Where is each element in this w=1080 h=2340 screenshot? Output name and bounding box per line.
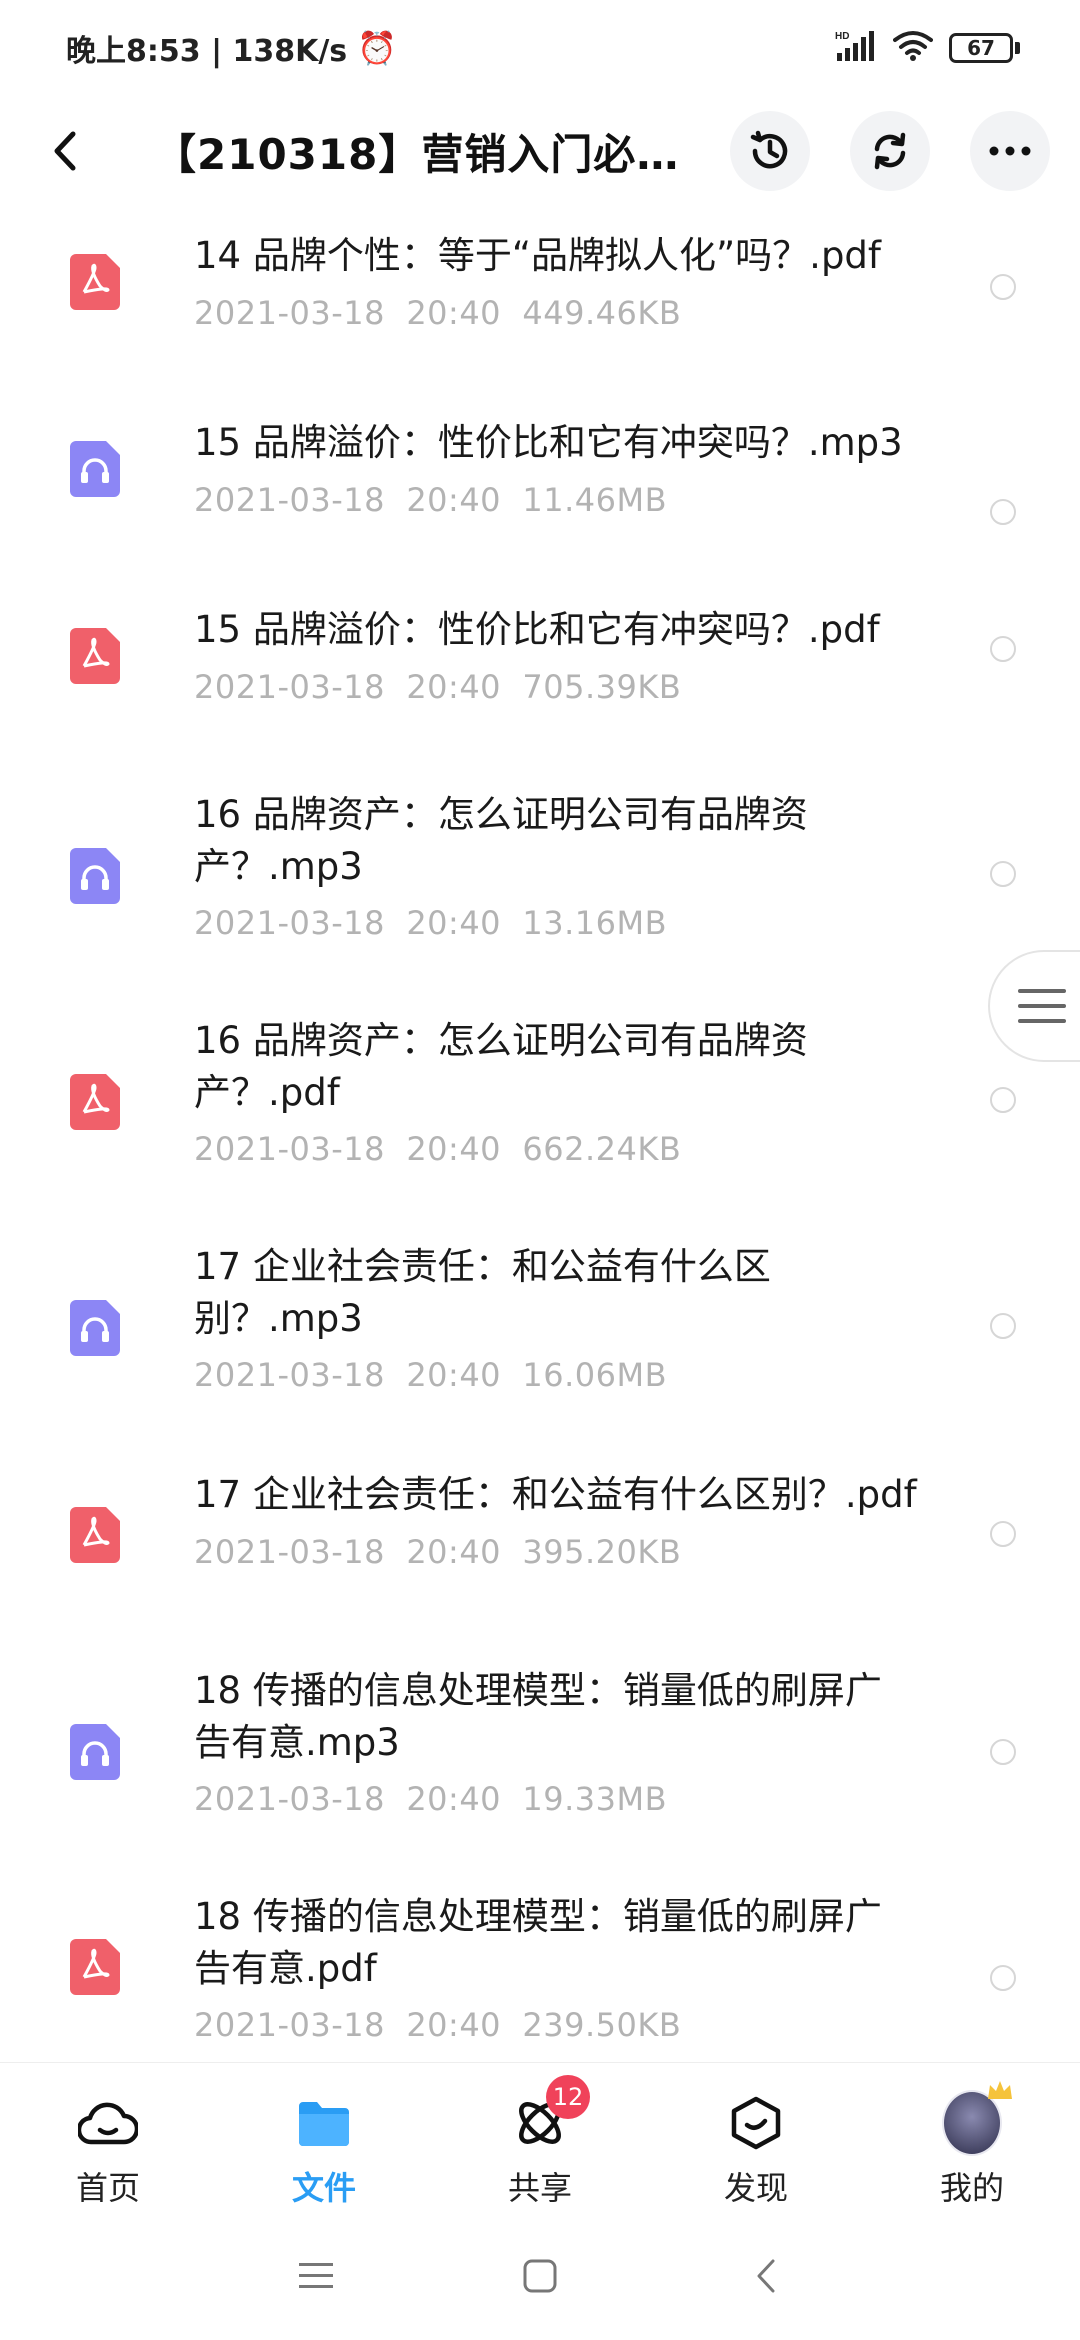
file-item[interactable]: 18 传播的信息处理模型：销量低的刷屏广告有意.mp3 2021-03-18 2… (0, 1621, 1080, 1847)
nav-files[interactable]: 文件 (244, 2063, 404, 2213)
wifi-icon (893, 30, 933, 66)
audio-file-icon (70, 441, 120, 497)
nav-label: 发现 (723, 2169, 788, 2207)
select-radio[interactable] (990, 274, 1016, 300)
file-item[interactable]: 16 品牌资产：怎么证明公司有品牌资产？.mp3 2021-03-18 20:4… (0, 767, 1080, 993)
nav-label: 共享 (507, 2169, 572, 2207)
file-browser-screen: 晚上8:53 | 138K/s ⏰ HD 67 【210318】营销入门必学..… (0, 0, 1080, 2340)
time-and-speed: 晚上8:53 | 138K/s (66, 34, 348, 69)
system-menu-button[interactable] (286, 2252, 346, 2300)
file-meta: 2021-03-18 20:40 449.46KB (194, 294, 682, 332)
share-atom-icon: 12 (510, 2075, 590, 2153)
alarm-icon: ⏰ (357, 29, 397, 67)
file-meta: 2021-03-18 20:40 705.39KB (194, 668, 682, 706)
file-meta: 2021-03-18 20:40 11.46MB (194, 481, 668, 519)
select-radio[interactable] (990, 636, 1016, 662)
file-item[interactable]: 15 品牌溢价：性价比和它有冲突吗？.pdf 2021-03-18 20:40 … (0, 580, 1080, 767)
back-button[interactable] (44, 121, 84, 181)
file-meta: 2021-03-18 20:40 13.16MB (194, 904, 668, 942)
file-name: 15 品牌溢价：性价比和它有冲突吗？.mp3 (194, 421, 903, 464)
nav-label: 首页 (75, 2169, 140, 2207)
refresh-button[interactable] (850, 111, 930, 191)
folder-icon (294, 2093, 354, 2153)
file-item[interactable]: 17 企业社会责任：和公益有什么区别？.mp3 2021-03-18 20:40… (0, 1219, 1080, 1445)
select-radio[interactable] (990, 1965, 1016, 1991)
nav-discover[interactable]: 发现 (676, 2063, 836, 2213)
file-meta: 2021-03-18 20:40 662.24KB (194, 1130, 682, 1168)
file-item[interactable]: 18 传播的信息处理模型：销量低的刷屏广告有意.pdf 2021-03-18 2… (0, 1847, 1080, 2062)
battery-level: 67 (949, 33, 1013, 63)
refresh-icon (874, 132, 906, 170)
history-button[interactable] (730, 111, 810, 191)
file-list: 14 品牌个性：等于“品牌拟人化”吗？.pdf 2021-03-18 20:40… (0, 206, 1080, 2062)
file-name: 16 品牌资产：怎么证明公司有品牌资产？.pdf (194, 1019, 808, 1114)
audio-file-icon (70, 1724, 120, 1780)
nav-home[interactable]: 首页 (28, 2063, 188, 2213)
svg-text:HD: HD (835, 31, 849, 42)
pdf-file-icon (70, 254, 120, 310)
file-meta: 2021-03-18 20:40 395.20KB (194, 1533, 682, 1571)
select-radio[interactable] (990, 1521, 1016, 1547)
select-radio[interactable] (990, 1087, 1016, 1113)
pdf-file-icon (70, 1939, 120, 1995)
menu-lines-icon (1018, 989, 1066, 1023)
status-right: HD 67 (835, 29, 1020, 67)
more-dots-icon (989, 146, 1031, 156)
pdf-file-icon (70, 1074, 120, 1130)
home-square-icon (523, 2259, 557, 2293)
file-item[interactable]: 17 企业社会责任：和公益有什么区别？.pdf 2021-03-18 20:40… (0, 1445, 1080, 1621)
chevron-left-icon (54, 131, 76, 171)
cloud-home-icon (78, 2093, 138, 2153)
more-button[interactable] (970, 111, 1050, 191)
file-name: 18 传播的信息处理模型：销量低的刷屏广告有意.mp3 (194, 1669, 882, 1764)
bottom-nav: 首页 文件 12 共享 发现 我的 (0, 2062, 1080, 2213)
file-name: 18 传播的信息处理模型：销量低的刷屏广告有意.pdf (194, 1895, 882, 1990)
status-left: 晚上8:53 | 138K/s ⏰ (66, 26, 397, 70)
menu-icon (299, 2263, 333, 2288)
pdf-file-icon (70, 628, 120, 684)
page-title: 【210318】营销入门必学... (154, 129, 714, 179)
nav-share[interactable]: 12 共享 (460, 2063, 620, 2213)
history-icon (750, 130, 788, 169)
file-meta: 2021-03-18 20:40 16.06MB (194, 1356, 668, 1394)
file-name: 17 企业社会责任：和公益有什么区别？.mp3 (194, 1245, 771, 1340)
nav-label: 文件 (291, 2169, 356, 2207)
notification-badge: 12 (546, 2075, 590, 2119)
file-name: 15 品牌溢价：性价比和它有冲突吗？.pdf (194, 608, 880, 651)
file-item[interactable]: 16 品牌资产：怎么证明公司有品牌资产？.pdf 2021-03-18 20:4… (0, 993, 1080, 1219)
select-radio[interactable] (990, 1739, 1016, 1765)
file-meta: 2021-03-18 20:40 239.50KB (194, 2006, 682, 2044)
system-home-button[interactable] (510, 2252, 570, 2300)
header-actions (730, 111, 1050, 191)
avatar-icon (942, 2081, 1012, 2156)
system-back-button[interactable] (736, 2252, 796, 2300)
file-item[interactable]: 15 品牌溢价：性价比和它有冲突吗？.mp3 2021-03-18 20:40 … (0, 393, 1080, 580)
file-name: 14 品牌个性：等于“品牌拟人化”吗？.pdf (194, 234, 881, 277)
nav-label: 我的 (939, 2169, 1004, 2207)
select-radio[interactable] (990, 861, 1016, 887)
select-radio[interactable] (990, 499, 1016, 525)
file-meta: 2021-03-18 20:40 19.33MB (194, 1780, 668, 1818)
crown-icon (988, 2081, 1012, 2099)
file-item[interactable]: 14 品牌个性：等于“品牌拟人化”吗？.pdf 2021-03-18 20:40… (0, 206, 1080, 393)
file-name: 17 企业社会责任：和公益有什么区别？.pdf (194, 1473, 917, 1516)
header-bar: 【210318】营销入门必学... (0, 96, 1080, 206)
file-name: 16 品牌资产：怎么证明公司有品牌资产？.mp3 (194, 793, 808, 888)
discover-icon (726, 2093, 786, 2153)
battery-icon: 67 (949, 33, 1020, 63)
select-radio[interactable] (990, 1313, 1016, 1339)
signal-icon: HD (835, 29, 877, 67)
audio-file-icon (70, 1300, 120, 1356)
nav-profile[interactable]: 我的 (892, 2063, 1052, 2213)
back-chevron-icon (757, 2259, 775, 2293)
pdf-file-icon (70, 1507, 120, 1563)
status-bar: 晚上8:53 | 138K/s ⏰ HD 67 (0, 0, 1080, 96)
audio-file-icon (70, 848, 120, 904)
system-nav-bar (0, 2212, 1080, 2340)
